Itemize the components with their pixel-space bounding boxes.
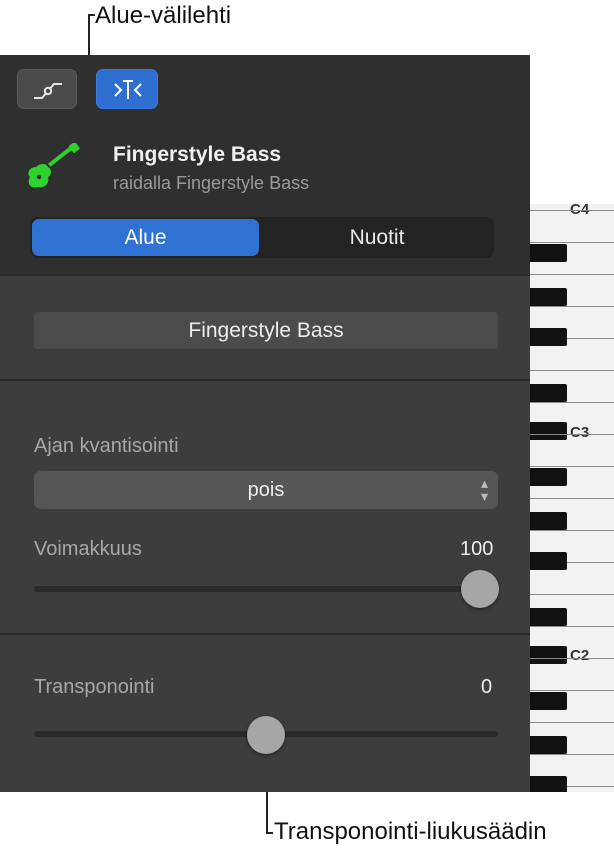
black-key[interactable]: [530, 736, 567, 754]
black-key[interactable]: [530, 646, 567, 664]
transpose-value: 0: [481, 676, 493, 698]
octave-label-c4: C4: [570, 204, 590, 218]
black-key[interactable]: [530, 384, 567, 402]
black-key[interactable]: [530, 692, 567, 710]
inspector-header: Fingerstyle Bass raidalla Fingerstyle Ba…: [0, 55, 530, 274]
black-key[interactable]: [530, 288, 567, 306]
black-key[interactable]: [530, 468, 567, 486]
track-subtitle: raidalla Fingerstyle Bass: [113, 173, 310, 193]
white-key-edge: [530, 658, 614, 659]
divider: [0, 633, 530, 635]
black-key[interactable]: [530, 422, 567, 440]
black-key[interactable]: [530, 328, 567, 346]
white-key-edge: [530, 530, 614, 531]
white-key-edge: [530, 434, 614, 435]
callout-line-transpose-tick: [266, 832, 273, 834]
white-key-edge: [530, 402, 614, 403]
white-key-edge: [530, 690, 614, 691]
tab-region[interactable]: Alue: [32, 219, 259, 256]
transpose-slider-thumb[interactable]: [247, 716, 285, 754]
white-key-edge: [530, 242, 614, 243]
velocity-label: Voimakkuus: [34, 538, 142, 560]
white-key-edge: [530, 722, 614, 723]
quantize-select[interactable]: pois ▴ ▾: [34, 471, 498, 509]
chevron-up-down-icon: ▴ ▾: [480, 475, 488, 504]
black-key[interactable]: [530, 244, 567, 262]
white-key-edge: [530, 466, 614, 467]
tab-notes[interactable]: Nuotit: [262, 219, 492, 256]
quantize-label: Ajan kvantisointi: [34, 435, 179, 457]
divider: [0, 274, 530, 276]
divider: [0, 379, 530, 381]
region-inspector-button[interactable]: [96, 69, 158, 109]
region-inspector-panel: Fingerstyle Bass raidalla Fingerstyle Ba…: [0, 55, 530, 792]
quantize-value: pois: [247, 479, 285, 501]
callout-line-region-tab-tick: [88, 14, 95, 16]
track-name: Fingerstyle Bass: [113, 143, 282, 166]
white-key-edge: [530, 274, 614, 275]
callout-region-tab: Alue-välilehti: [95, 2, 232, 29]
region-name-field[interactable]: Fingerstyle Bass: [34, 312, 498, 349]
piano-keyboard[interactable]: C4 C3 C2: [530, 204, 614, 792]
white-key-edge: [530, 210, 614, 211]
black-key[interactable]: [530, 552, 567, 570]
velocity-value: 100: [460, 538, 494, 560]
velocity-slider-thumb[interactable]: [461, 570, 499, 608]
octave-label-c2: C2: [570, 647, 590, 664]
region-inspector-icon: [114, 80, 142, 99]
velocity-slider-track[interactable]: [34, 586, 498, 592]
white-key-edge: [530, 306, 614, 307]
white-key-edge: [530, 498, 614, 499]
octave-label-c3: C3: [570, 424, 590, 441]
automation-button[interactable]: [17, 69, 77, 109]
white-key-edge: [530, 754, 614, 755]
bass-guitar-icon: [28, 143, 80, 188]
transpose-label: Transponointi: [34, 676, 155, 698]
black-key[interactable]: [530, 776, 567, 792]
white-key-edge: [530, 626, 614, 627]
black-key[interactable]: [530, 512, 567, 530]
black-key[interactable]: [530, 608, 567, 626]
inspector-tab-control: Alue Nuotit: [30, 217, 494, 258]
white-key-edge: [530, 370, 614, 371]
callout-transpose-slider: Transponointi-liukusäädin: [274, 818, 547, 845]
white-key-edge: [530, 594, 614, 595]
automation-curve-icon: [34, 83, 62, 99]
